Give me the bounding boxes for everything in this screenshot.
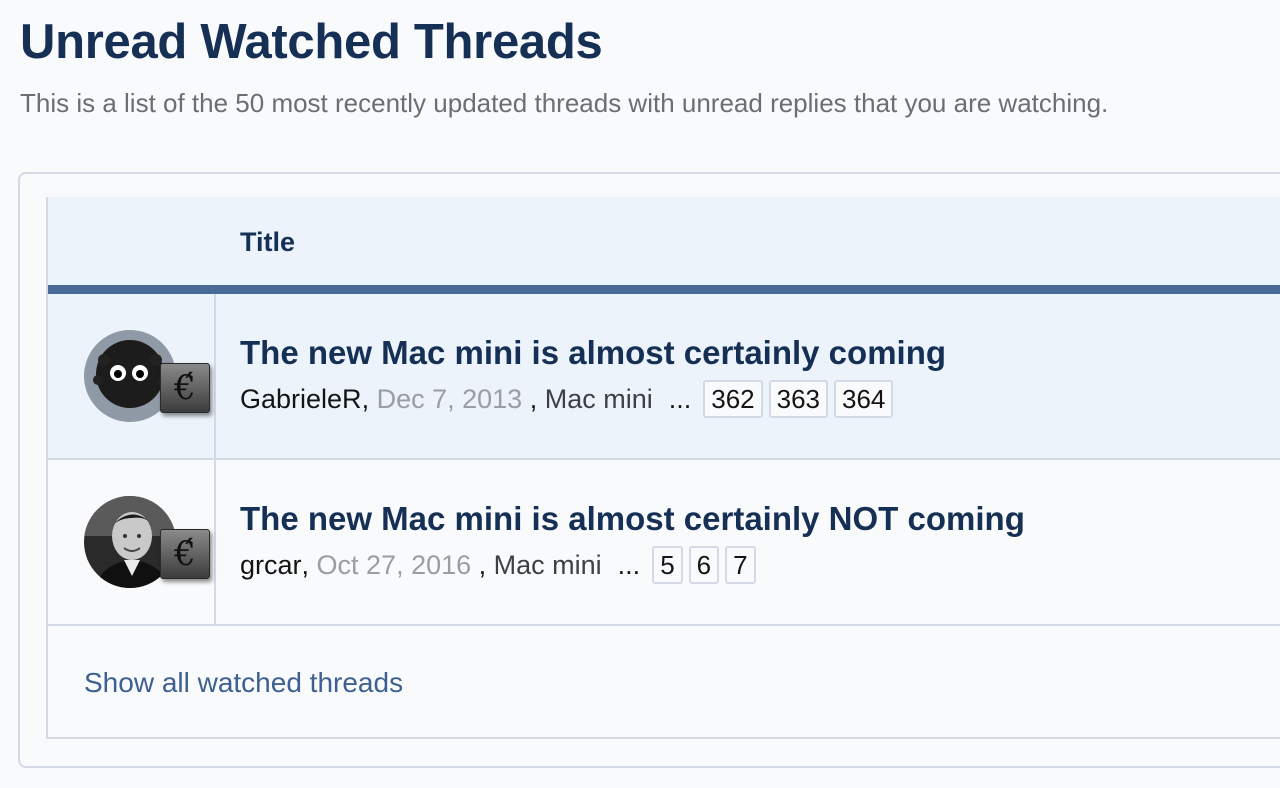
- page-link[interactable]: 364: [834, 380, 894, 418]
- thread-date[interactable]: Dec 7, 2013: [377, 384, 523, 415]
- thread-title-link[interactable]: The new Mac mini is almost certainly com…: [240, 334, 946, 372]
- page-link[interactable]: 5: [652, 546, 683, 584]
- thread-author[interactable]: grcar: [240, 550, 302, 581]
- page-ellipsis: ...: [668, 383, 692, 414]
- thread-author[interactable]: GabrieleR: [240, 384, 362, 415]
- thread-meta: grcar , Oct 27, 2016 , Mac mini ... 5 6 …: [240, 546, 762, 584]
- avatar-cell: €́: [48, 294, 216, 458]
- thread-forum[interactable]: Mac mini: [545, 384, 653, 415]
- euro-badge-icon: €́: [160, 529, 210, 579]
- avatar-cell: €́: [48, 460, 216, 624]
- table-row: €́ The new Mac mini is almost certainly …: [48, 294, 1280, 460]
- table-header: Title: [48, 197, 1280, 294]
- show-all-watched-threads-link[interactable]: Show all watched threads: [84, 667, 403, 699]
- table-row: €́ The new Mac mini is almost certainly …: [48, 460, 1280, 626]
- page-link[interactable]: 7: [725, 546, 756, 584]
- page-link[interactable]: 362: [703, 380, 763, 418]
- thread-date[interactable]: Oct 27, 2016: [317, 550, 472, 581]
- page-ellipsis: ...: [617, 549, 641, 580]
- thread-forum[interactable]: Mac mini: [494, 550, 602, 581]
- page-title: Unread Watched Threads: [20, 15, 603, 69]
- euro-badge-icon: €́: [160, 363, 210, 413]
- page-link[interactable]: 6: [688, 546, 720, 584]
- threads-table: Title €́ The new Mac mini is almost cert…: [46, 197, 1280, 739]
- page-link[interactable]: 363: [768, 380, 829, 418]
- page-description: This is a list of the 50 most recently u…: [20, 88, 1109, 118]
- thread-meta: GabrieleR , Dec 7, 2013 , Mac mini ... 3…: [240, 380, 899, 418]
- thread-title-link[interactable]: The new Mac mini is almost certainly NOT…: [240, 500, 1025, 538]
- column-header-title[interactable]: Title: [240, 227, 295, 258]
